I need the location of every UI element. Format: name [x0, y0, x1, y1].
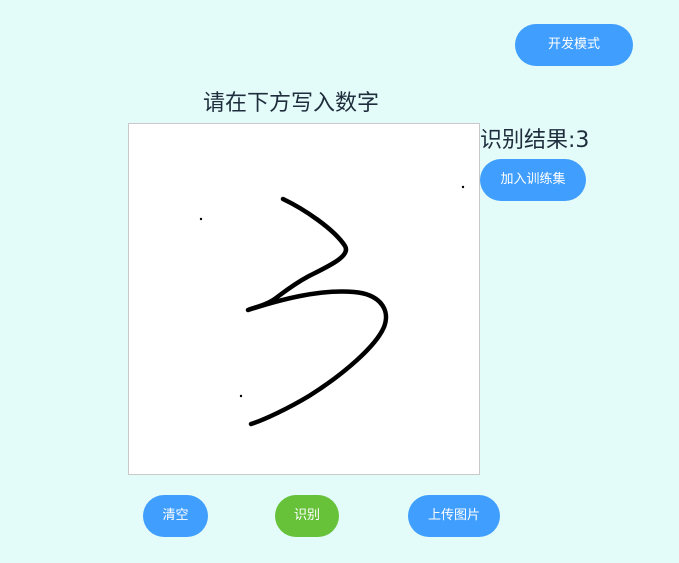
ink-dot [199, 217, 203, 221]
result-value: 3 [575, 128, 590, 153]
upload-image-button[interactable]: 上传图片 [408, 495, 500, 537]
recognition-result: 识别结果:3 [480, 126, 589, 156]
ink-dot [239, 394, 243, 398]
add-to-training-button[interactable]: 加入训练集 [480, 159, 586, 201]
recognize-button[interactable]: 识别 [275, 495, 339, 537]
result-label: 识别结果: [480, 128, 576, 153]
handwriting-strokes [199, 185, 465, 427]
canvas-prompt: 请在下方写入数字 [203, 91, 380, 116]
drawing-canvas[interactable] [128, 123, 480, 475]
ink-dot [461, 185, 465, 189]
dev-mode-button[interactable]: 开发模式 [515, 24, 633, 66]
digit-stroke [245, 196, 389, 427]
clear-button[interactable]: 清空 [143, 495, 208, 537]
